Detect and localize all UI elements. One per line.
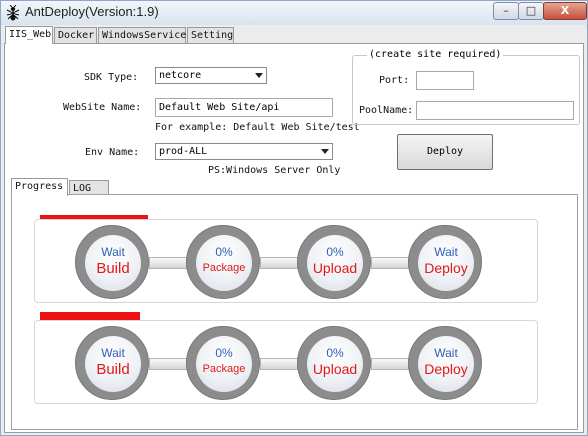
env-name-value: prod-ALL [159,146,208,157]
group-title: (create site required) [367,49,504,60]
step-label: Package [202,363,246,375]
port-label: Port: [379,75,410,86]
step-upload: 0% Upload [297,225,371,299]
step-label: Upload [312,260,358,276]
website-name-label: WebSite Name: [63,102,142,113]
create-site-group: (create site required) Port: PoolName: [352,49,580,125]
step-connector [371,358,409,370]
step-status: Wait [434,245,458,259]
step-status: 0% [326,346,344,360]
chevron-down-icon [255,73,263,78]
tab-iis-web[interactable]: IIS_Web [5,26,53,44]
pipeline-1: Wait Build 0% Package 0% Upload Wait Deploy [34,219,538,303]
close-button[interactable]: X [543,2,587,20]
step-connector [149,257,187,269]
poolname-label: PoolName: [359,105,414,116]
pipeline-2: Wait Build 0% Package 0% Upload Wait Deploy [34,320,538,404]
tab-log[interactable]: LOG [69,180,109,195]
deploy-button[interactable]: Deploy [397,134,493,170]
step-build: Wait Build [75,225,149,299]
website-example-text: For example: Default Web Site/test [155,122,360,133]
env-note-text: PS:Windows Server Only [208,165,341,176]
progress-panel: Wait Build 0% Package 0% Upload Wait Deploy [11,194,578,430]
step-label: Upload [312,361,358,377]
iis-web-panel: SDK Type: netcore WebSite Name: Default … [4,43,584,433]
port-input[interactable] [416,71,474,90]
step-package: 0% Package [186,225,260,299]
step-upload: 0% Upload [297,326,371,400]
step-deploy: Wait Deploy [408,326,482,400]
step-package: 0% Package [186,326,260,400]
sdk-type-select[interactable]: netcore [155,67,267,84]
step-label: Deploy [424,361,468,377]
window-title: AntDeploy(Version:1.9) [25,4,159,19]
step-connector [149,358,187,370]
website-name-input[interactable]: Default Web Site/api [155,98,333,117]
step-label: Package [202,262,246,274]
chevron-down-icon [321,149,329,154]
tab-setting[interactable]: Setting [187,27,234,43]
title-bar: AntDeploy(Version:1.9) – □ X [1,1,587,25]
step-connector [371,257,409,269]
step-connector [260,358,298,370]
env-name-select[interactable]: prod-ALL [155,143,333,160]
step-label: Build [96,260,130,277]
step-status: 0% [215,245,233,259]
tab-windows-service[interactable]: WindowsService [98,27,186,43]
step-label: Deploy [424,260,468,276]
step-status: 0% [326,245,344,259]
tab-progress[interactable]: Progress [11,178,68,196]
step-status: Wait [101,346,125,360]
step-deploy: Wait Deploy [408,225,482,299]
poolname-input[interactable] [416,101,574,120]
step-status: Wait [101,245,125,259]
tab-docker[interactable]: Docker [54,27,97,43]
step-build: Wait Build [75,326,149,400]
maximize-button[interactable]: □ [518,2,544,20]
app-window: AntDeploy(Version:1.9) – □ X IIS_Web Doc… [0,0,588,436]
step-label: Build [96,361,130,378]
env-name-label: Env Name: [85,147,140,158]
step-status: 0% [215,346,233,360]
step-status: Wait [434,346,458,360]
ant-icon [6,5,20,21]
minimize-button[interactable]: – [493,2,519,20]
sdk-type-value: netcore [159,70,202,81]
sdk-type-label: SDK Type: [84,72,139,83]
step-connector [260,257,298,269]
